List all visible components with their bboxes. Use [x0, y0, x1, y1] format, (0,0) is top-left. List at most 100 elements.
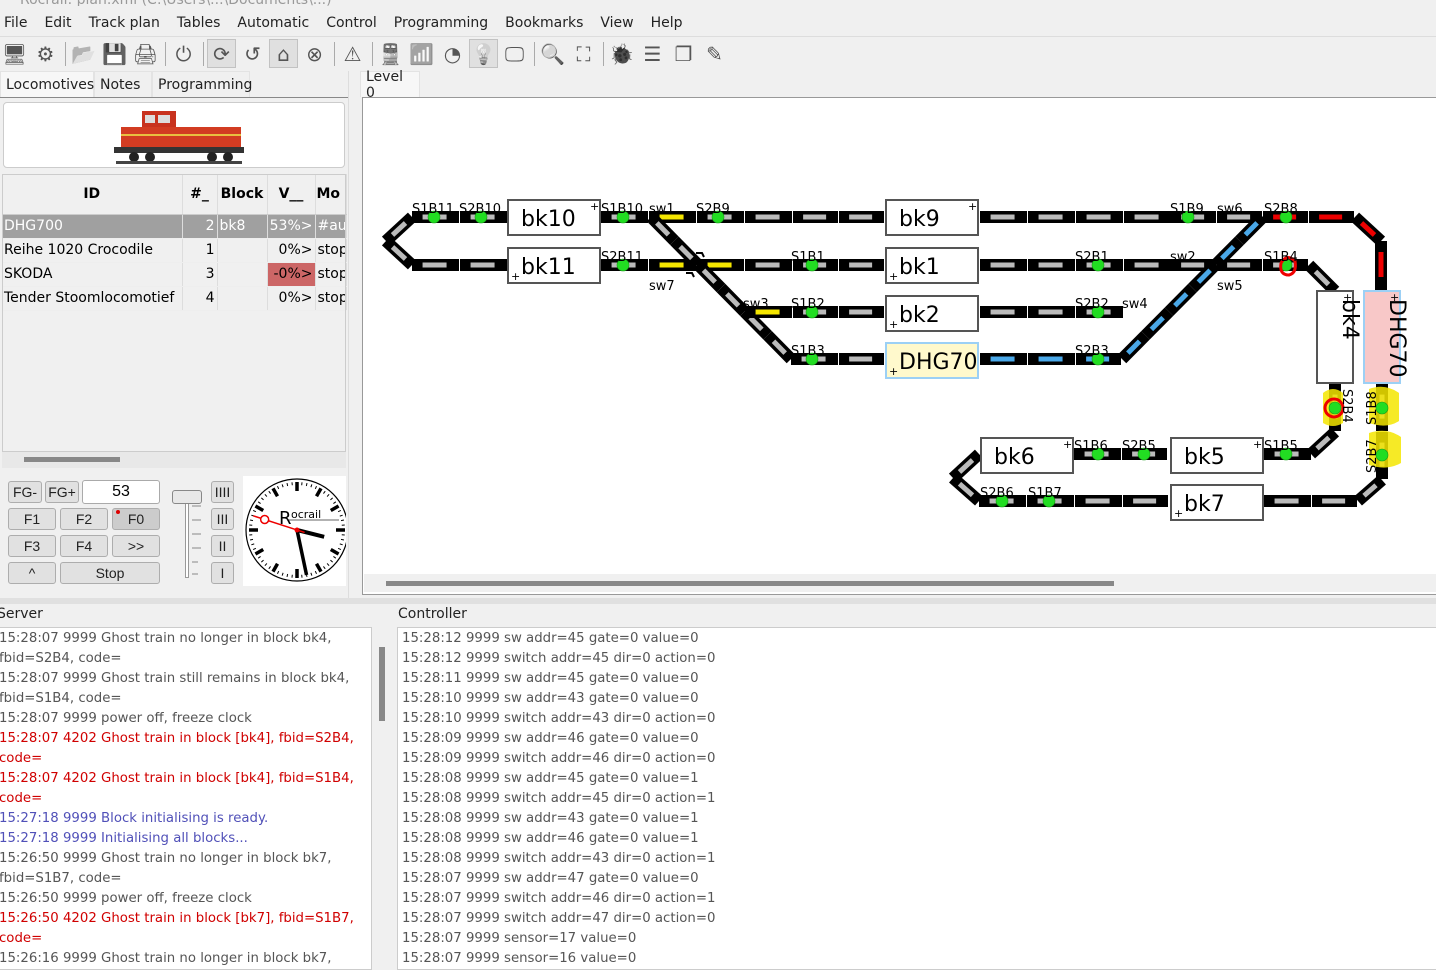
vertical-splitter[interactable]: [348, 71, 360, 601]
track-plan[interactable]: bk10 + bk9 + bk11 + bk1 + bk2 + DHG70 + bk4 + DHG70 + bk…: [362, 97, 1436, 595]
speed-step-2-button[interactable]: II: [211, 535, 234, 557]
stop-button[interactable]: Stop: [60, 562, 160, 584]
speed-input[interactable]: 53: [82, 480, 160, 504]
open-folder-icon[interactable]: 📂: [69, 39, 98, 68]
menu-control[interactable]: Control: [326, 15, 377, 31]
fg-minus-button[interactable]: FG-: [8, 481, 42, 503]
lightbulb-icon[interactable]: 💡: [469, 39, 498, 68]
bug-icon[interactable]: 🐞: [607, 39, 636, 68]
train-icon[interactable]: 🚆: [376, 39, 405, 68]
menu-edit[interactable]: Edit: [44, 15, 71, 31]
speed-step-3-button[interactable]: III: [211, 508, 234, 530]
reset-icon[interactable]: ↺: [238, 39, 267, 68]
log-line: 15:28:09 9999 sw addr=46 gate=0 value=0: [402, 731, 699, 746]
tab-level-0[interactable]: Level 0: [360, 69, 420, 101]
clock-tick: [286, 573, 289, 578]
loco-velocity: 0%>: [267, 286, 316, 311]
emergency-warning-icon[interactable]: ⚠: [338, 39, 367, 68]
f1-button[interactable]: F1: [8, 508, 56, 530]
track-occupancy-indicator: [470, 262, 495, 268]
block-label: DHG70: [1384, 299, 1409, 378]
menu-bookmarks[interactable]: Bookmarks: [505, 15, 583, 31]
block-label: bk9: [899, 207, 940, 232]
scrollbar-thumb[interactable]: [24, 457, 120, 462]
sensor-label-S1B6: S1B6: [1074, 439, 1108, 454]
home-icon[interactable]: ⌂: [269, 39, 298, 68]
fullscreen-icon[interactable]: ⛶: [569, 39, 598, 68]
menu-help[interactable]: Help: [651, 15, 683, 31]
auto-mode-icon[interactable]: ⟳: [207, 39, 236, 68]
block-plus-icon: +: [1174, 507, 1183, 520]
f4-button[interactable]: F4: [60, 535, 108, 557]
col-header-id[interactable]: ID: [2, 174, 183, 215]
f0-button[interactable]: F0: [112, 508, 160, 530]
track-occupancy-indicator: [1322, 498, 1346, 504]
table-row[interactable]: Tender Stoomlocomotief 4 0%> stop: [2, 286, 347, 311]
col-header-number[interactable]: #_: [182, 174, 218, 215]
menu-file[interactable]: File: [4, 15, 27, 31]
col-header-block[interactable]: Block: [217, 174, 268, 215]
track-occupancy-indicator: [990, 262, 1015, 268]
tab-programming[interactable]: Programming: [152, 71, 252, 97]
track-occupancy-indicator: [707, 262, 732, 268]
cancel-icon[interactable]: ⊗: [300, 39, 329, 68]
horizontal-splitter[interactable]: [0, 598, 1436, 604]
log-line: 15:28:07 9999 Ghost train no longer in b…: [0, 631, 332, 646]
loco-table-scrollbar[interactable]: [2, 452, 346, 468]
controller-log[interactable]: 15:28:12 9999 sw addr=45 gate=0 value=0 1…: [397, 627, 1436, 970]
switch-label-sw7: sw7: [649, 279, 675, 294]
log-line: fbid=S1B4, code=: [0, 691, 122, 706]
rocrail-server-icon[interactable]: 🖥: [0, 39, 29, 68]
table-row[interactable]: Reihe 1020 Crocodile 1 0%> stop: [2, 238, 347, 263]
speed-step-4-button[interactable]: IIII: [211, 481, 234, 503]
log-line: 15:28:07 9999 Ghost train still remains …: [0, 671, 350, 686]
tab-notes[interactable]: Notes: [94, 71, 152, 97]
list-icon[interactable]: ☰: [638, 39, 667, 68]
more-functions-button[interactable]: >>: [112, 535, 160, 557]
tab-locomotives[interactable]: Locomotives: [0, 71, 94, 97]
sensor-label-S2B1: S2B1: [1075, 250, 1109, 265]
track-occupancy-indicator: [1038, 214, 1063, 220]
menu-programming[interactable]: Programming: [394, 15, 488, 31]
slider-handle[interactable]: [172, 490, 202, 504]
direction-button[interactable]: ^: [8, 562, 56, 584]
col-header-mode[interactable]: Mo: [315, 174, 347, 215]
track-occupancy-indicator: [1134, 262, 1159, 268]
settings-icon[interactable]: ⚙: [31, 39, 60, 68]
speed-step-1-button[interactable]: I: [211, 562, 234, 584]
menu-automatic[interactable]: Automatic: [237, 15, 309, 31]
scrollbar-thumb[interactable]: [379, 647, 385, 721]
col-header-velocity[interactable]: V__: [267, 174, 316, 215]
save-icon[interactable]: 💾: [100, 39, 129, 68]
monitor-icon[interactable]: 🖵: [500, 39, 529, 68]
edit-notes-icon[interactable]: ✎: [700, 39, 729, 68]
menu-tables[interactable]: Tables: [177, 15, 221, 31]
speedometer-icon[interactable]: ◔: [438, 39, 467, 68]
server-log[interactable]: 15:28:07 9999 Ghost train no longer in b…: [0, 627, 372, 970]
log-line: 15:27:18 9999 Initialising all blocks...: [0, 831, 248, 846]
search-icon[interactable]: 🔍: [538, 39, 567, 68]
server-log-scrollbar[interactable]: [373, 627, 390, 970]
sensor-label-S2B2: S2B2: [1075, 297, 1109, 312]
wifi-icon[interactable]: 📶: [407, 39, 436, 68]
menu-view[interactable]: View: [600, 15, 633, 31]
speed-slider[interactable]: [170, 486, 204, 582]
fg-plus-button[interactable]: FG+: [45, 481, 79, 503]
scrollbar-thumb[interactable]: [386, 581, 1114, 586]
block-label: bk10: [521, 207, 576, 232]
loco-number: 2: [182, 214, 218, 239]
sensor-label-S1B10: S1B10: [601, 202, 643, 217]
track-occupancy-indicator: [422, 262, 447, 268]
log-line: 15:28:10 9999 switch addr=43 dir=0 actio…: [402, 711, 716, 726]
f3-button[interactable]: F3: [8, 535, 56, 557]
track-plan-canvas[interactable]: bk10+bk9+bk11+ bk1+bk2+DHG70+bk4+DHG70+bk…: [363, 98, 1436, 574]
table-row[interactable]: SKODA 3 -0%> stop: [2, 262, 347, 287]
copy-pages-icon[interactable]: ❐: [669, 39, 698, 68]
power-icon[interactable]: ⏻: [169, 39, 198, 68]
plan-scrollbar[interactable]: [364, 574, 1436, 592]
print-icon[interactable]: 🖨: [131, 39, 160, 68]
menu-track-plan[interactable]: Track plan: [89, 15, 160, 31]
clock-tick: [249, 519, 254, 522]
table-row[interactable]: DHG700 2 bk8 53%> #aut: [2, 214, 347, 239]
f2-button[interactable]: F2: [60, 508, 108, 530]
